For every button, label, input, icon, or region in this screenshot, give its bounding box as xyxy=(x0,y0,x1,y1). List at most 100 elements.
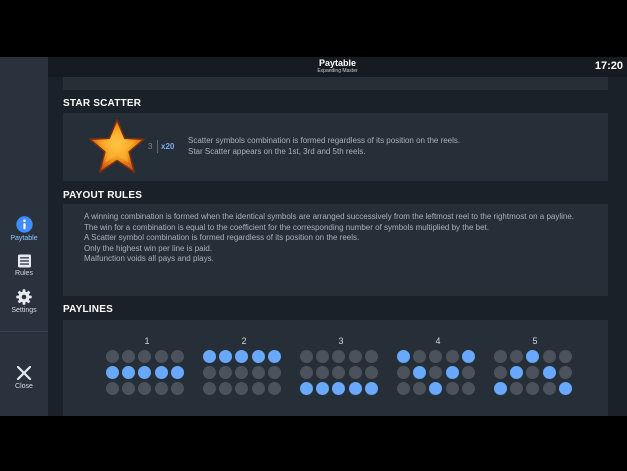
payline-dot xyxy=(348,350,362,363)
scatter-separator xyxy=(157,140,158,153)
payline-dot xyxy=(300,366,313,380)
sidebar-divider xyxy=(0,331,48,332)
payline-dot xyxy=(510,350,524,363)
top-letterbox xyxy=(0,0,627,57)
payline-dot xyxy=(526,366,540,380)
payline-dot xyxy=(542,382,556,396)
info-icon xyxy=(15,216,33,233)
close-button[interactable]: Close xyxy=(0,365,48,390)
payline-dot xyxy=(251,366,265,380)
payline-dot xyxy=(558,366,572,380)
page-header: Paytable Expanding Master 17:20 xyxy=(48,57,627,77)
sidebar-item-label: Settings xyxy=(11,307,37,314)
payline-dot-active xyxy=(203,350,216,363)
payline-dot-active xyxy=(138,366,152,380)
rules-icon xyxy=(17,254,31,268)
payline-dot-active xyxy=(542,366,556,380)
payline-dot xyxy=(300,350,313,363)
payline-dot-active xyxy=(364,382,378,396)
payline-number: 3 xyxy=(338,336,344,346)
payline-dot xyxy=(235,366,249,380)
payline-dot xyxy=(316,350,330,363)
payline-dot xyxy=(267,366,281,380)
payline-grid xyxy=(397,350,479,396)
payline-dot xyxy=(510,382,524,396)
payline-dot xyxy=(219,366,233,380)
payline-dot xyxy=(526,382,540,396)
sidebar: Paytable Rules Settings Close xyxy=(0,57,48,416)
payline-dot xyxy=(154,382,168,396)
payline-dot xyxy=(170,382,184,396)
payline-dot-active xyxy=(106,366,119,380)
payline-dot xyxy=(364,350,378,363)
payline-dot xyxy=(429,350,443,363)
game-subtitle: Expanding Master xyxy=(317,68,358,74)
payline-dot xyxy=(122,382,136,396)
payline-dot-active xyxy=(300,382,313,396)
payline-dot xyxy=(461,382,475,396)
rule-text: Only the highest win per line is paid. xyxy=(84,243,213,253)
scatter-count: 3 xyxy=(148,142,153,151)
payline-number: 5 xyxy=(532,336,538,346)
payline-dot-active xyxy=(251,350,265,363)
payline-dot xyxy=(267,382,281,396)
payline-dot xyxy=(106,382,119,396)
payline-dot-active xyxy=(526,350,540,363)
payline-dot xyxy=(235,382,249,396)
payline-dot-active xyxy=(510,366,524,380)
payline-dot xyxy=(461,366,475,380)
payline-dot-active xyxy=(170,366,184,380)
payline-dot-active xyxy=(235,350,249,363)
payline-dot-active xyxy=(348,382,362,396)
payline-grid xyxy=(106,350,188,396)
paylines-card: 1 2 3 4 5 xyxy=(63,320,608,416)
star-scatter-title: STAR SCATTER xyxy=(63,98,142,109)
payline-dot xyxy=(332,366,346,380)
scatter-multiplier: x20 xyxy=(161,142,175,151)
scatter-description: Scatter symbols combination is formed re… xyxy=(188,136,461,156)
sidebar-item-rules[interactable]: Rules xyxy=(0,254,48,277)
paytable-content[interactable]: 3 | x5 STAR SCATTER 3 x20 Scatter symbol… xyxy=(48,77,627,416)
gear-icon xyxy=(16,289,32,305)
payline-dot xyxy=(397,382,410,396)
payline: 2 xyxy=(203,336,285,396)
payline-grid xyxy=(203,350,285,396)
payline-dot-active xyxy=(122,366,136,380)
payline-dot xyxy=(332,350,346,363)
payline-dot-active xyxy=(397,350,410,363)
payline-grid xyxy=(494,350,576,396)
star-scatter-icon xyxy=(89,119,145,173)
payline-dot xyxy=(429,366,443,380)
sidebar-item-paytable[interactable]: Paytable xyxy=(0,216,48,242)
payline: 1 xyxy=(106,336,188,396)
payline-dot-active xyxy=(332,382,346,396)
payline-dot-active xyxy=(267,350,281,363)
payline-dot xyxy=(251,382,265,396)
payline-dot xyxy=(106,350,119,363)
payout-rules-card: A winning combination is formed when the… xyxy=(63,204,608,296)
payline-dot xyxy=(138,382,152,396)
rule-text: Malfunction voids all pays and plays. xyxy=(84,254,214,263)
payline-dot xyxy=(316,366,330,380)
payline-dot xyxy=(445,350,459,363)
rule-text: The win for a combination is equal to th… xyxy=(84,222,489,232)
payline-dot xyxy=(558,350,572,363)
sidebar-item-settings[interactable]: Settings xyxy=(0,289,48,314)
payline-dot-active xyxy=(316,382,330,396)
rule-text: A Scatter symbol combination is formed r… xyxy=(84,233,360,242)
payline-dot-active xyxy=(429,382,443,396)
payline-dot xyxy=(397,366,410,380)
close-icon xyxy=(16,365,32,381)
payline-dot xyxy=(445,382,459,396)
payline-dot xyxy=(154,350,168,363)
payline-dot xyxy=(219,382,233,396)
rule-text: A winning combination is formed when the… xyxy=(84,212,575,221)
sidebar-item-label: Rules xyxy=(15,270,33,277)
payline-dot-active xyxy=(461,350,475,363)
close-label: Close xyxy=(15,383,33,390)
payline-dot xyxy=(542,350,556,363)
paylines-title: PAYLINES xyxy=(63,304,113,315)
page-title: Paytable xyxy=(318,58,357,68)
bottom-letterbox xyxy=(0,416,627,471)
star-scatter-card: 3 x20 Scatter symbols combination is for… xyxy=(63,113,608,181)
